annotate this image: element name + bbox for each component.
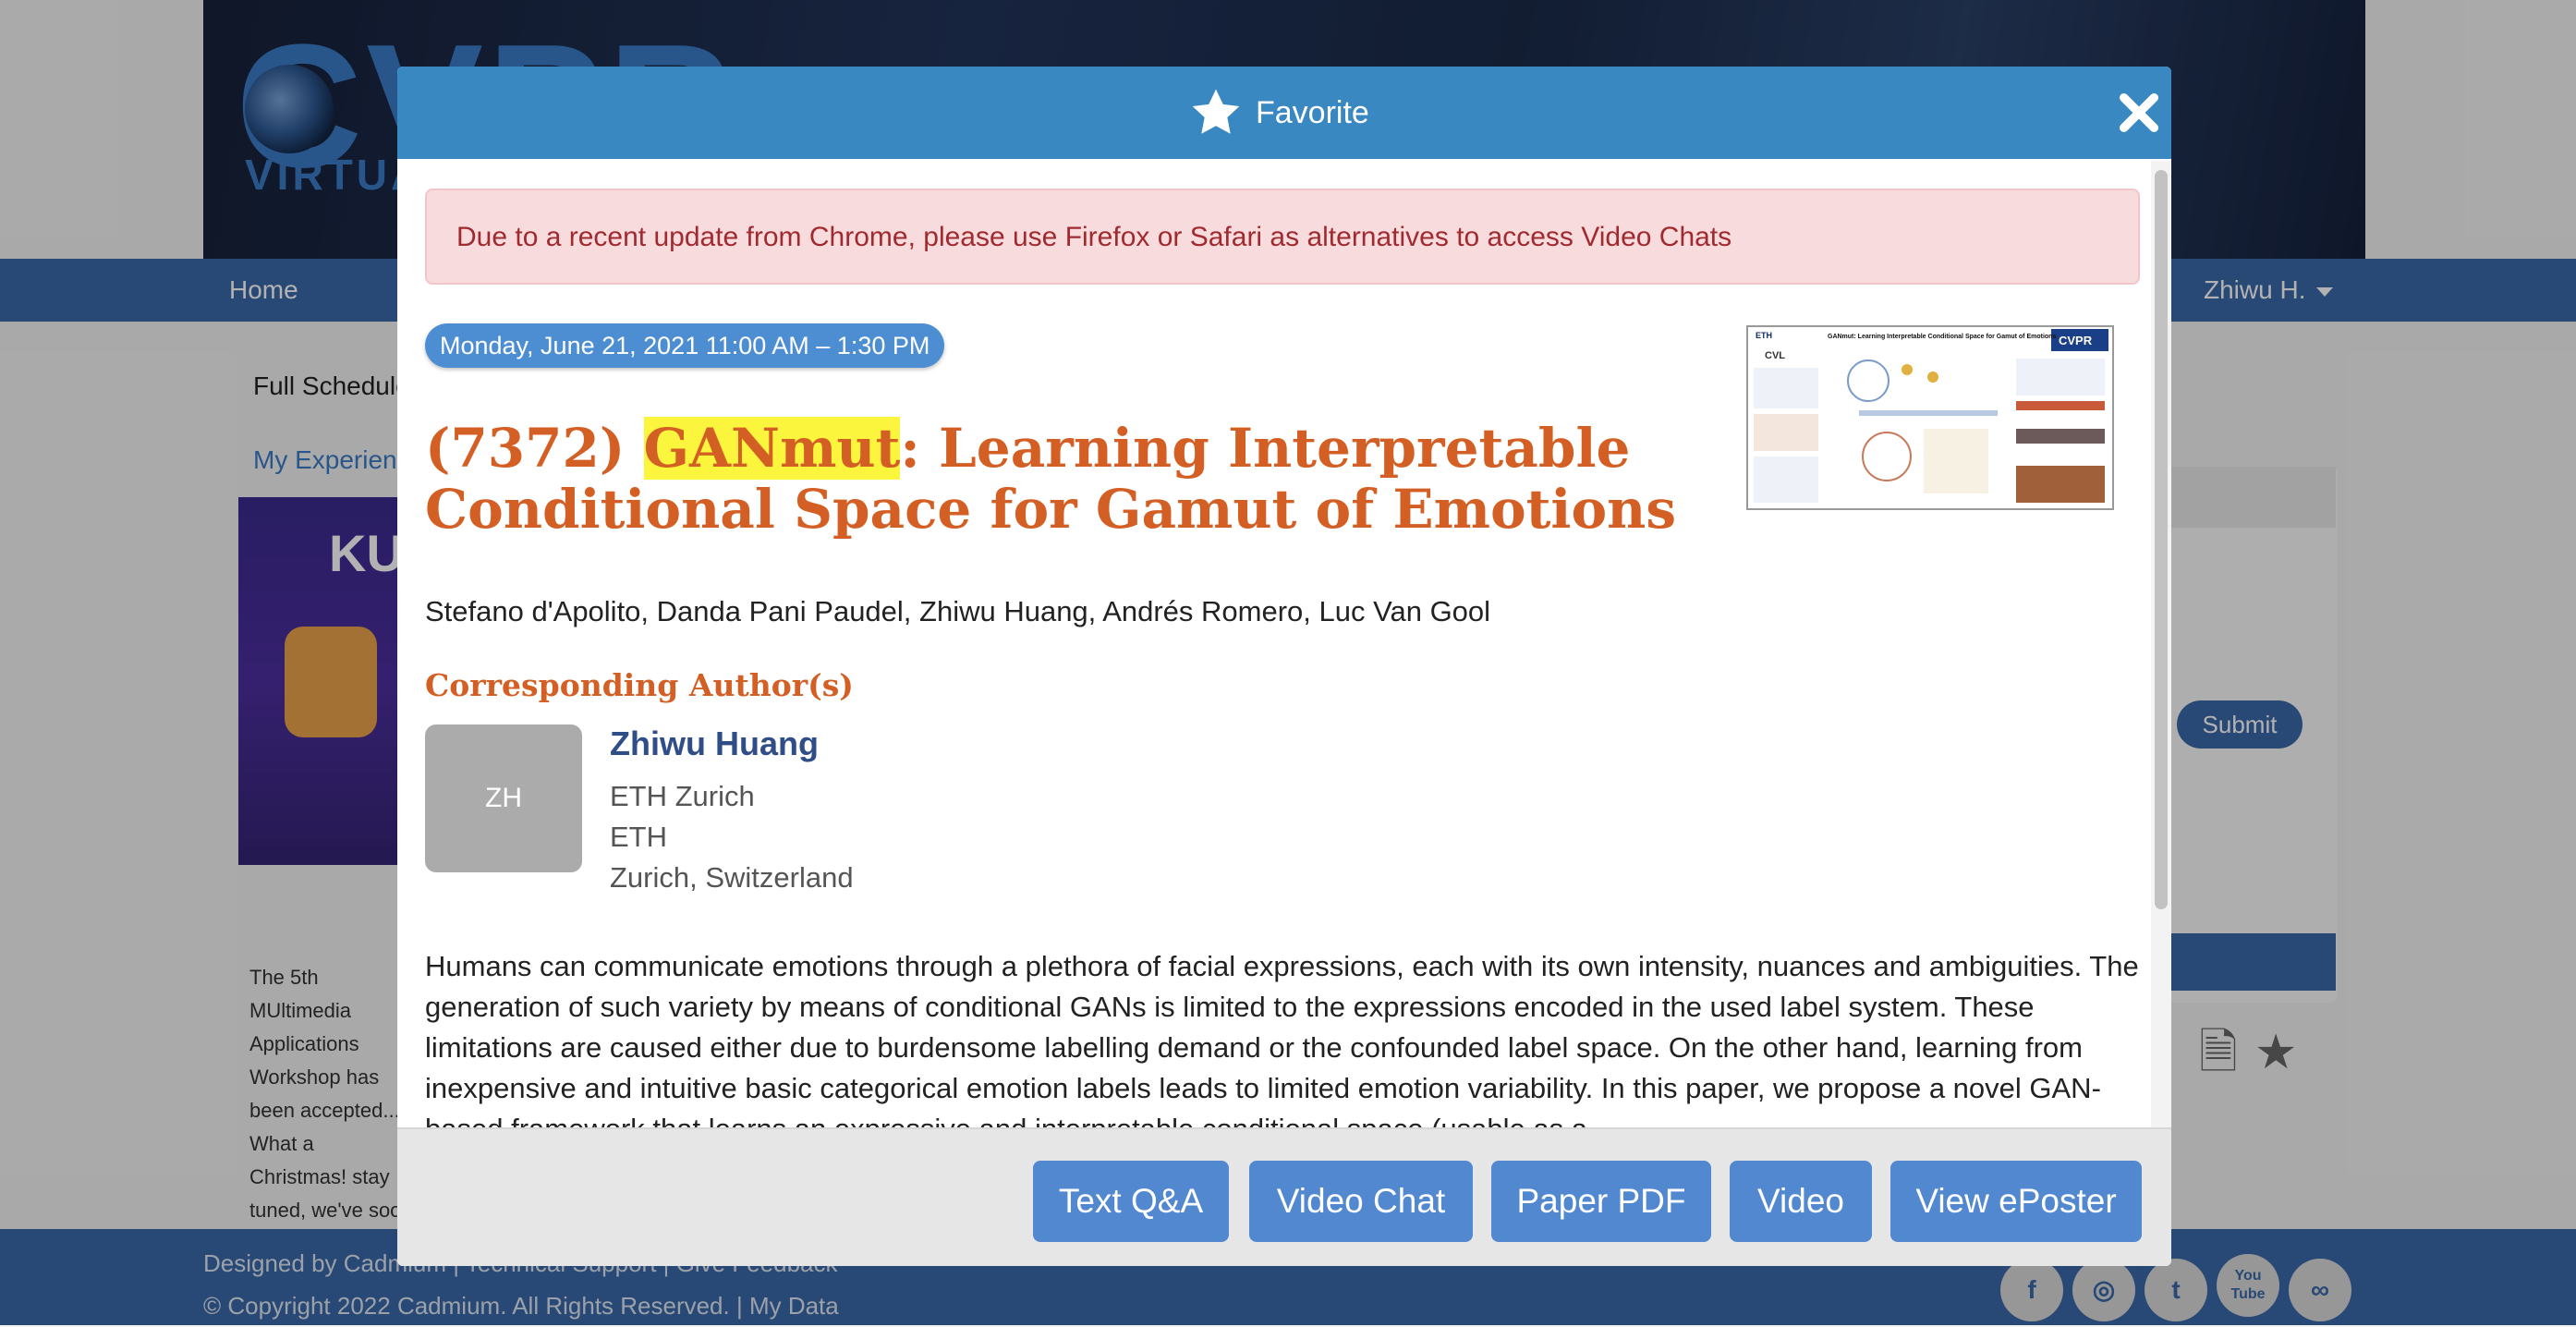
corresponding-authors-heading: Corresponding Author(s) (425, 667, 854, 703)
modal-header: Favorite (397, 67, 2171, 159)
paper-pdf-button[interactable]: Paper PDF (1491, 1161, 1711, 1242)
paper-title: (7372) GANmut: Learning Interpretable Co… (425, 417, 1700, 540)
favorite-modal: Favorite Due to a recent update from Chr… (397, 67, 2171, 1266)
search-highlight: GANmut (643, 417, 901, 480)
view-eposter-button[interactable]: View ePoster (1890, 1161, 2142, 1242)
modal-scrollbar-thumb[interactable] (2155, 170, 2168, 909)
session-date-badge: Monday, June 21, 2021 11:00 AM – 1:30 PM (425, 323, 945, 368)
video-chat-button[interactable]: Video Chat (1249, 1161, 1473, 1242)
paper-abstract: Humans can communicate emotions through … (425, 950, 2139, 1127)
poster-title: GANmut: Learning Interpretable Condition… (1828, 334, 2056, 340)
svg-text:ETH: ETH (1756, 331, 1772, 340)
corresponding-author-name[interactable]: Zhiwu Huang (610, 724, 819, 763)
poster-thumbnail[interactable]: ETH CVPR GANmut: Learning Interpretable … (1746, 325, 2114, 510)
modal-footer: Text Q&A Video Chat Paper PDF Video View… (397, 1127, 2171, 1266)
author-list: Stefano d'Apolito, Danda Pani Paudel, Zh… (425, 595, 1491, 627)
star-icon[interactable] (1189, 86, 1243, 140)
modal-title-group: Favorite (1189, 85, 1369, 140)
author-affiliation-short: ETH (610, 821, 667, 853)
avatar: ZH (425, 724, 582, 872)
browser-alert: Due to a recent update from Chrome, plea… (425, 189, 2140, 285)
text-qa-button[interactable]: Text Q&A (1033, 1161, 1229, 1242)
author-affiliation: ETH Zurich (610, 780, 755, 812)
svg-text:CVPR: CVPR (2059, 334, 2093, 347)
paper-number: (7372) (425, 417, 644, 480)
author-location: Zurich, Switzerland (610, 861, 854, 894)
modal-title: Favorite (1256, 94, 1369, 130)
modal-body: Due to a recent update from Chrome, plea… (397, 159, 2149, 1127)
close-icon[interactable] (2113, 87, 2165, 139)
video-button[interactable]: Video (1730, 1161, 1872, 1242)
poster-preview-image: ETH CVPR GANmut: Learning Interpretable … (1748, 327, 2112, 508)
svg-text:CVL: CVL (1765, 350, 1785, 361)
